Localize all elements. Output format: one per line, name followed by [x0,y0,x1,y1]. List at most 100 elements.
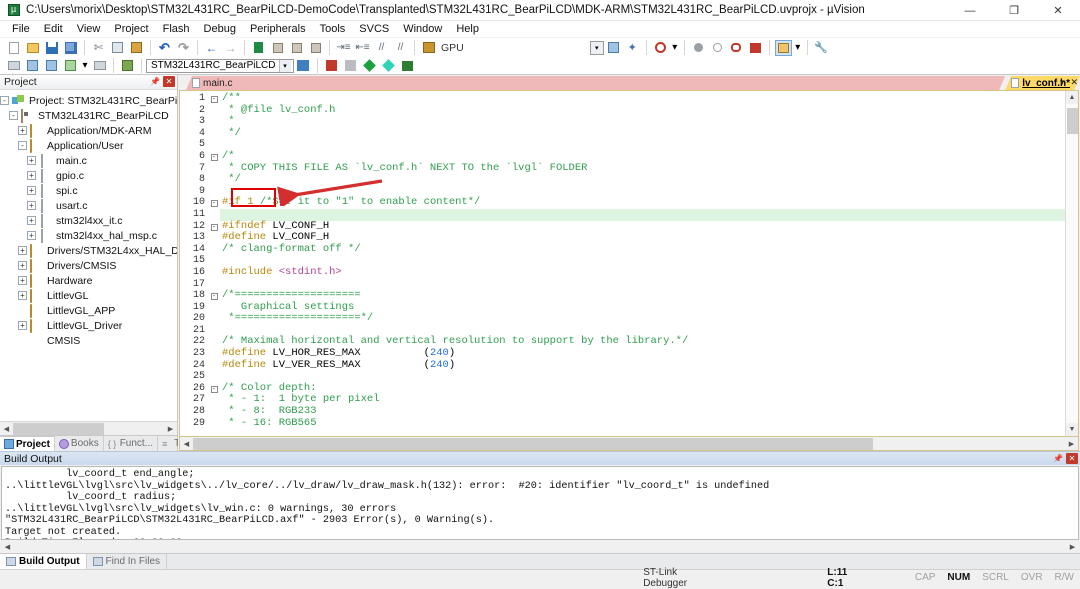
tab-project[interactable]: Project [0,436,55,451]
collapse-icon[interactable]: - [0,96,9,105]
scroll-thumb[interactable] [193,437,874,450]
insert-breakpoint-icon[interactable] [690,40,707,56]
code-line[interactable] [220,371,1065,383]
code-line[interactable]: /** [220,92,1065,105]
menu-svcs[interactable]: SVCS [352,22,396,36]
tab-build-output[interactable]: Build Output [0,554,87,569]
menu-edit[interactable]: Edit [37,22,70,36]
copy-icon[interactable] [109,40,126,56]
code-line[interactable]: /* clang-format off */ [220,243,1065,256]
code-line[interactable]: */ [220,173,1065,186]
expand-icon[interactable]: + [18,276,27,285]
target-select[interactable]: STM32L431RC_BearPiLCD ▾ [146,58,294,73]
scroll-right-icon[interactable]: ▶ [1065,437,1078,450]
tree-item-spi-c[interactable]: + spi.c [0,183,177,198]
uncomment-icon[interactable]: // [392,40,409,56]
configuration-wizard-icon[interactable]: 🔧 [813,40,830,56]
find-in-files-icon[interactable] [605,40,622,56]
tab-functions[interactable]: { } Funct... [104,436,159,451]
scroll-track[interactable] [13,422,164,435]
new-component-icon[interactable] [361,58,378,74]
comment-icon[interactable]: // [373,40,390,56]
close-icon[interactable]: ✕ [1066,453,1078,464]
navigate-forward-icon[interactable]: → [222,40,239,56]
menu-window[interactable]: Window [396,22,449,36]
pin-icon[interactable]: 📌 [1053,453,1063,464]
tree-item-littlevgl-driver[interactable]: + LittlevGL_Driver [0,318,177,333]
tree-item-application-user[interactable]: - Application/User [0,138,177,153]
translate-icon[interactable] [5,58,22,74]
tree-item-application-mdk-arm[interactable]: + Application/MDK-ARM [0,123,177,138]
bookmark-prev-icon[interactable] [269,40,286,56]
open-file-icon[interactable] [24,40,41,56]
close-button[interactable]: ✕ [1036,0,1080,21]
code-text[interactable]: /** * @file lv_conf.h * */ /* * COPY THI… [220,91,1065,436]
expand-icon[interactable]: + [27,171,36,180]
fold-toggle-icon[interactable]: - [208,383,220,395]
undo-icon[interactable]: ↶ [156,40,173,56]
code-folding-gutter[interactable]: - - - - - - [208,91,220,436]
scroll-right-icon[interactable]: ▶ [1066,540,1079,553]
code-line[interactable]: * - 16: RGB565 [220,417,1065,430]
manage-runtime-icon[interactable] [323,58,340,74]
pack-installer-icon[interactable] [399,58,416,74]
pin-icon[interactable]: 📌 [150,76,160,87]
menu-view[interactable]: View [70,22,108,36]
rebuild-icon[interactable] [43,58,60,74]
new-file-icon[interactable] [5,40,22,56]
tree-item-drivers-stm32l4xx-hal-driver[interactable]: + Drivers/STM32L4xx_HAL_Driver [0,243,177,258]
scroll-thumb[interactable] [1067,108,1078,134]
project-horizontal-scrollbar[interactable]: ◀ ▶ [0,421,177,435]
fold-toggle-icon[interactable]: - [208,197,220,209]
search-dropdown-icon[interactable]: ▾ [671,40,679,56]
tree-item-gpio-c[interactable]: + gpio.c [0,168,177,183]
menu-peripherals[interactable]: Peripherals [243,22,313,36]
tree-item-hardware[interactable]: + Hardware [0,273,177,288]
manage-windows-icon[interactable] [774,39,792,56]
tab-find-in-files[interactable]: Find In Files [87,554,168,569]
close-icon[interactable]: ✕ [1070,77,1078,88]
code-line[interactable]: */ [220,127,1065,140]
expand-icon[interactable]: + [27,216,36,225]
code-line[interactable]: * COPY THIS FILE AS `lv_conf.h` NEXT TO … [220,162,1065,175]
search-icon[interactable] [652,40,669,56]
cut-icon[interactable]: ✄ [90,40,107,56]
menu-file[interactable]: File [5,22,37,36]
navigate-back-icon[interactable]: ← [203,40,220,56]
collapse-icon[interactable]: - [9,111,18,120]
scroll-track[interactable] [1066,104,1078,423]
document-tab-main-c[interactable]: main.c [186,76,1005,90]
target-options-icon[interactable] [295,58,312,74]
find-combo-icon[interactable]: ▾ [589,40,604,55]
expand-icon[interactable]: + [18,291,27,300]
save-icon[interactable] [43,40,60,56]
redo-icon[interactable]: ↷ [175,40,192,56]
batch-build-dropdown-icon[interactable]: ▾ [81,58,89,74]
disable-all-breakpoints-icon[interactable] [728,40,745,56]
download-icon[interactable] [119,58,136,74]
scroll-right-icon[interactable]: ▶ [164,422,177,435]
packs-icon[interactable] [380,58,397,74]
save-all-icon[interactable] [62,40,79,56]
bookmark-toggle-icon[interactable] [250,40,267,56]
kill-all-breakpoints-icon[interactable] [747,40,764,56]
scroll-left-icon[interactable]: ◀ [1,540,14,553]
fold-toggle-icon[interactable]: - [208,151,220,163]
stop-build-icon[interactable] [91,58,108,74]
code-line[interactable] [220,255,1065,267]
tree-item-project-stm32l431rc-bearpilcd[interactable]: - Project: STM32L431RC_BearPiLCD [0,93,177,108]
manage-project-items-icon[interactable] [342,58,359,74]
outdent-icon[interactable]: ⇤≡ [354,40,371,56]
expand-icon[interactable]: + [27,186,36,195]
close-icon[interactable]: ✕ [163,76,175,87]
collapse-icon[interactable]: - [18,141,27,150]
code-line[interactable]: *====================*/ [220,312,1065,325]
menu-project[interactable]: Project [107,22,155,36]
tree-item-stm32l4xx-hal-msp-c[interactable]: + stm32l4xx_hal_msp.c [0,228,177,243]
code-line[interactable]: * - 1: 1 byte per pixel [220,394,1065,406]
incremental-find-icon[interactable]: ✦ [624,40,641,56]
maximize-button[interactable]: ❐ [992,0,1036,21]
tree-item-stm32l431rc-bearpilcd[interactable]: - STM32L431RC_BearPiLCD [0,108,177,123]
code-line[interactable] [220,208,1065,221]
expand-icon[interactable]: + [18,261,27,270]
